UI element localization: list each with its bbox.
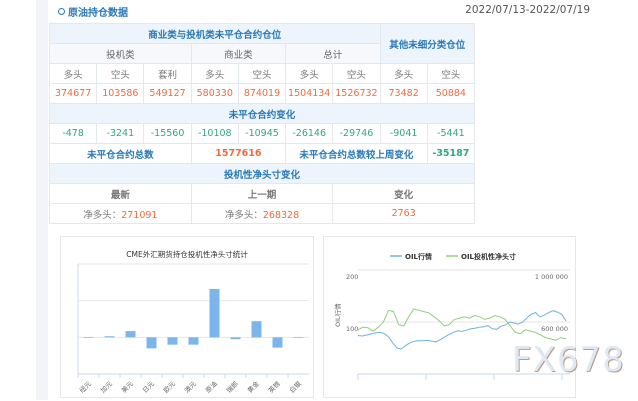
section-title: 原油持仓数据 [58, 4, 128, 19]
bar [167, 337, 178, 345]
left-tick-label: 200 [346, 273, 358, 281]
change-cell: -3241 [96, 123, 145, 144]
circle-icon [58, 8, 65, 15]
position-cell: 1526732 [332, 83, 381, 104]
x-tick-label: 黄金 [245, 379, 261, 395]
category-commercial: 商业类 [190, 43, 287, 64]
x-tick-label: 英镑 [266, 379, 282, 395]
change-cell: -10945 [237, 123, 287, 144]
subhead-cell: 空头 [426, 63, 476, 84]
right-tick-label: 1 000 000 [535, 273, 568, 281]
weekly-label: 未平仓合约总数较上周变化 [285, 143, 428, 164]
position-cell: 549127 [143, 83, 192, 104]
change-cell: -26146 [285, 123, 334, 144]
group-title: 商业类与投机类未平仓合约仓位 [49, 23, 381, 44]
position-cell: 374677 [48, 83, 98, 104]
bar [209, 288, 220, 338]
positions-table: 商业类与投机类未平仓合约仓位 其他未细分类仓位 投机类 商业类 总计 多头 空头 套利 多头… [48, 23, 476, 224]
net-prefix: 净多头： [224, 209, 263, 221]
previous-value: 268328 [262, 209, 300, 221]
total-value: 1577616 [190, 143, 287, 164]
x-tick-label: 欧元 [161, 379, 177, 395]
category-total: 总计 [285, 43, 381, 64]
position-cell: 103586 [96, 83, 145, 104]
position-cell: 874019 [237, 83, 287, 104]
net-diff: 2763 [332, 203, 475, 224]
subhead-cell: 空头 [96, 63, 145, 84]
x-tick-label: 日元 [141, 379, 156, 394]
net-head-latest: 最新 [49, 183, 192, 204]
date-range: 2022/07/13-2022/07/19 [465, 4, 590, 16]
bar [104, 336, 115, 338]
latest-value: 271091 [121, 209, 158, 221]
x-tick-label: 纽元 [77, 379, 93, 395]
total-label: 未平仓合约总数 [49, 143, 192, 164]
subhead-cell: 多头 [48, 63, 98, 84]
x-tick-label: 加元 [98, 379, 114, 395]
bar-chart-title: CME外汇期货持仓投机性净头寸统计 [126, 249, 248, 259]
x-tick-label: 白银 [287, 379, 303, 395]
position-cell: 73482 [379, 83, 428, 104]
bar [293, 337, 304, 338]
subhead-cell: 多头 [379, 63, 428, 84]
bar-chart: CME外汇期货持仓投机性净头寸统计 纽元 加元 美元 日元 欧元 澳元 原油 瑞郎 黄金 英镑 白银 [77, 249, 309, 395]
net-previous: 净多头：268328 [190, 203, 334, 224]
change-cell: -29746 [332, 123, 381, 144]
subhead-cell: 套利 [143, 63, 192, 84]
change-cell: -10108 [190, 123, 239, 144]
change-title: 未平仓合约变化 [49, 103, 475, 124]
series-line [357, 308, 567, 341]
watermark-logo: FX678 [512, 340, 625, 380]
subhead-cell: 多头 [285, 63, 334, 84]
subhead-cell: 多头 [190, 63, 239, 84]
net-latest: 净多头：271091 [49, 203, 192, 224]
bar [251, 321, 262, 338]
x-tick-label: 美元 [119, 379, 135, 395]
position-cell: 1504134 [285, 83, 334, 104]
bar-chart-card: CME外汇期货持仓投机性净头寸统计 纽元 加元 美元 日元 欧元 澳元 原油 瑞郎 黄金 英镑 白银 [60, 236, 314, 398]
change-cell: -478 [48, 123, 98, 144]
other-title: 其他未细分类仓位 [379, 23, 476, 64]
bar [125, 331, 136, 338]
net-title: 投机性净头寸变化 [49, 163, 475, 184]
bar [83, 337, 94, 338]
bar [188, 337, 199, 345]
change-cell: -5441 [426, 123, 476, 144]
category-speculative: 投机类 [49, 43, 192, 64]
y-axis-label: OIL行情 [333, 303, 342, 327]
legend-item[interactable]: OIL行情 [405, 252, 432, 261]
legend-item[interactable]: OIL投机性净头寸 [461, 252, 516, 261]
bar [230, 337, 241, 340]
bar [146, 337, 157, 349]
weekly-value: -35187 [426, 143, 476, 164]
left-tick-label: 100 [346, 325, 358, 333]
page-gutter [36, 0, 48, 400]
x-tick-label: 原油 [203, 379, 219, 395]
change-cell: -9041 [379, 123, 428, 144]
x-tick-label: 澳元 [182, 379, 198, 395]
subhead-cell: 空头 [237, 63, 287, 84]
net-head-previous: 上一期 [190, 183, 334, 204]
net-prefix: 净多头： [83, 209, 122, 221]
right-tick-label: 600 000 [541, 325, 568, 333]
change-cell: -15560 [143, 123, 192, 144]
bar [272, 337, 283, 348]
subhead-cell: 空头 [332, 63, 381, 84]
position-cell: 580330 [190, 83, 239, 104]
net-head-change: 变化 [332, 183, 475, 204]
section-title-text: 原油持仓数据 [68, 8, 128, 19]
x-tick-label: 瑞郎 [224, 379, 240, 395]
position-cell: 50884 [426, 83, 476, 104]
